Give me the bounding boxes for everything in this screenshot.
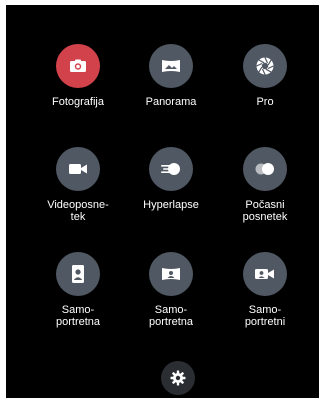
aperture-icon xyxy=(256,57,274,75)
mode-button-circle xyxy=(243,44,287,88)
mode-samoportretna-1[interactable]: Samo- portretna xyxy=(28,252,128,328)
mode-button-circle xyxy=(243,147,287,191)
gear-icon xyxy=(170,370,186,386)
mode-videoposnetek[interactable]: Videoposne- tek xyxy=(28,147,128,223)
settings-button[interactable] xyxy=(161,361,195,395)
mode-button-circle xyxy=(149,147,193,191)
mode-button-circle xyxy=(56,44,100,88)
mode-label: Samo- portretni xyxy=(244,304,286,328)
camera-mode-menu: Fotografija Panorama Pro Videoposne- tek… xyxy=(6,5,319,398)
mode-label: Samo- portretna xyxy=(55,304,101,328)
selfie-portrait-icon xyxy=(72,265,84,283)
hyperlapse-icon xyxy=(161,163,180,175)
slow-motion-icon xyxy=(255,163,274,175)
mode-label: Videoposne- tek xyxy=(47,199,109,223)
mode-label: Hyperlapse xyxy=(143,199,199,211)
mode-label: Panorama xyxy=(145,96,197,108)
mode-pocasni-posnetek[interactable]: Počasni posnetek xyxy=(215,147,315,223)
mode-pro[interactable]: Pro xyxy=(215,44,315,108)
panorama-icon xyxy=(162,60,180,72)
mode-label: Samo- portretna xyxy=(148,304,194,328)
mode-label: Fotografija xyxy=(52,96,104,108)
mode-samoportretni-video[interactable]: Samo- portretni xyxy=(215,252,315,328)
selfie-panorama-icon xyxy=(162,268,180,280)
mode-label: Počasni posnetek xyxy=(242,199,288,223)
mode-button-circle xyxy=(56,252,100,296)
mode-samoportretna-2[interactable]: Samo- portretna xyxy=(121,252,221,328)
mode-button-circle xyxy=(149,252,193,296)
video-camera-icon xyxy=(69,164,87,174)
mode-label: Pro xyxy=(256,96,274,108)
mode-button-circle xyxy=(56,147,100,191)
camera-icon xyxy=(70,59,86,72)
selfie-video-icon xyxy=(255,269,274,279)
mode-button-circle xyxy=(149,44,193,88)
mode-hyperlapse[interactable]: Hyperlapse xyxy=(121,147,221,211)
mode-panorama[interactable]: Panorama xyxy=(121,44,221,108)
mode-fotografija[interactable]: Fotografija xyxy=(28,44,128,108)
mode-button-circle xyxy=(243,252,287,296)
